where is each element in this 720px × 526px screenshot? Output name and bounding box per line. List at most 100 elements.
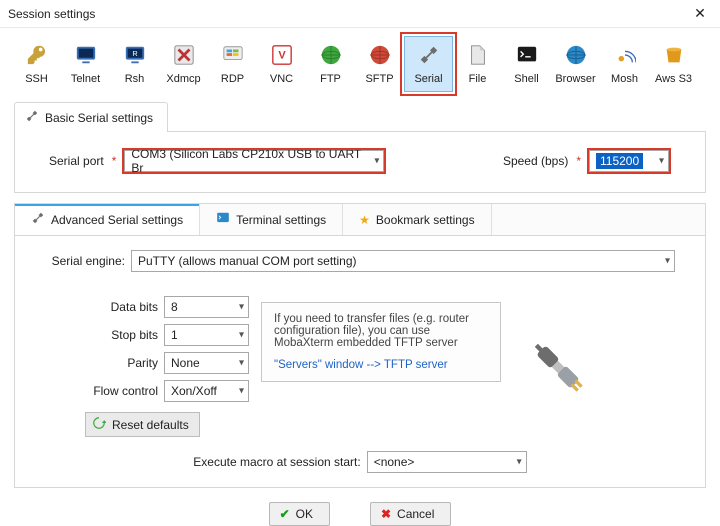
chevron-down-icon: ▾ [517, 457, 522, 468]
protocol-telnet[interactable]: Telnet [61, 36, 110, 92]
engine-label: Serial engine: [45, 254, 125, 268]
star-icon: ★ [359, 213, 370, 227]
protocol-rdp[interactable]: RDP [208, 36, 257, 92]
required-asterisk: * [112, 154, 117, 168]
plug-icon [415, 41, 443, 69]
tab-terminal-settings[interactable]: Terminal settings [200, 204, 343, 235]
tftp-info-link: "Servers" window --> TFTP server [274, 359, 488, 371]
cancel-icon: ✖ [381, 507, 391, 521]
svg-text:V: V [278, 50, 286, 62]
protocol-label: Aws S3 [655, 73, 692, 85]
stop-bits-label: Stop bits [78, 328, 158, 342]
tab-advanced-serial[interactable]: Advanced Serial settings [15, 204, 200, 235]
reset-defaults-button[interactable]: Reset defaults [85, 412, 200, 437]
chevron-down-icon: ▾ [239, 302, 244, 313]
chevron-down-icon: ▾ [239, 358, 244, 369]
protocol-browser[interactable]: Browser [551, 36, 600, 92]
serial-port-value: COM3 (Silicon Labs CP210x USB to UART Br [131, 147, 363, 175]
protocol-toolbar: SSH Telnet R Rsh Xdmcp RDP V VNC FTP [0, 28, 720, 96]
engine-value: PuTTY (allows manual COM port setting) [138, 254, 357, 268]
key-icon [23, 41, 51, 69]
protocol-label: FTP [320, 73, 341, 85]
protocol-label: Serial [414, 73, 442, 85]
bucket-icon [660, 41, 688, 69]
speed-label: Speed (bps) [503, 154, 568, 168]
cancel-button[interactable]: ✖ Cancel [370, 502, 451, 526]
tab-label: Terminal settings [236, 213, 326, 227]
tab-bookmark-settings[interactable]: ★ Bookmark settings [343, 204, 491, 235]
protocol-vnc[interactable]: V VNC [257, 36, 306, 92]
refresh-icon [92, 416, 106, 433]
engine-select[interactable]: PuTTY (allows manual COM port setting) ▾ [131, 250, 675, 272]
v-icon: V [268, 41, 296, 69]
protocol-label: RDP [221, 73, 244, 85]
speed-select[interactable]: 115200 ▾ [589, 150, 669, 172]
tftp-info-text: If you need to transfer files (e.g. rout… [274, 313, 488, 349]
data-bits-label: Data bits [78, 300, 158, 314]
speed-value: 115200 [596, 153, 643, 169]
protocol-xdmcp[interactable]: Xdmcp [159, 36, 208, 92]
protocol-mosh[interactable]: Mosh [600, 36, 649, 92]
protocol-label: Xdmcp [166, 73, 200, 85]
protocol-rsh[interactable]: R Rsh [110, 36, 159, 92]
globe-red-icon [366, 41, 394, 69]
serial-port-label: Serial port [49, 154, 104, 168]
globe-blue-icon [562, 41, 590, 69]
required-asterisk: * [576, 154, 581, 168]
macro-select[interactable]: <none> ▾ [367, 451, 527, 473]
macro-value: <none> [374, 455, 415, 469]
stop-bits-value: 1 [171, 328, 178, 342]
protocol-label: VNC [270, 73, 293, 85]
tab-label: Advanced Serial settings [51, 213, 183, 227]
protocol-file[interactable]: File [453, 36, 502, 92]
terminal-icon [513, 41, 541, 69]
protocol-aws[interactable]: Aws S3 [649, 36, 698, 92]
globe-green-icon [317, 41, 345, 69]
chevron-down-icon: ▾ [374, 156, 379, 167]
protocol-label: Mosh [611, 73, 638, 85]
file-icon [464, 41, 492, 69]
plug-small-icon [31, 211, 45, 228]
chevron-down-icon: ▾ [239, 330, 244, 341]
protocol-sftp[interactable]: SFTP [355, 36, 404, 92]
ok-button[interactable]: ✔ OK [269, 502, 330, 526]
protocol-label: Browser [555, 73, 595, 85]
ok-label: OK [296, 507, 313, 521]
tftp-info-box: If you need to transfer files (e.g. rout… [261, 302, 501, 382]
protocol-ftp[interactable]: FTP [306, 36, 355, 92]
protocol-ssh[interactable]: SSH [12, 36, 61, 92]
protocol-serial[interactable]: Serial [404, 36, 453, 92]
close-icon[interactable]: ✕ [688, 2, 712, 26]
flow-control-value: Xon/Xoff [171, 384, 217, 398]
serial-port-select[interactable]: COM3 (Silicon Labs CP210x USB to UART Br… [124, 150, 384, 172]
tab-label: Bookmark settings [376, 213, 475, 227]
plug-large-icon [523, 332, 593, 402]
tab-basic-serial[interactable]: Basic Serial settings [14, 102, 168, 132]
chevron-down-icon: ▾ [665, 256, 670, 267]
protocol-label: Rsh [125, 73, 145, 85]
protocol-label: SSH [25, 73, 48, 85]
data-bits-value: 8 [171, 300, 178, 314]
flow-control-select[interactable]: Xon/Xoff ▾ [164, 380, 249, 402]
satellite-icon [611, 41, 639, 69]
monitor-icon [72, 41, 100, 69]
cancel-label: Cancel [397, 507, 434, 521]
protocol-label: SFTP [365, 73, 393, 85]
data-bits-select[interactable]: 8 ▾ [164, 296, 249, 318]
parity-select[interactable]: None ▾ [164, 352, 249, 374]
svg-text:R: R [132, 49, 137, 58]
protocol-shell[interactable]: Shell [502, 36, 551, 92]
parity-label: Parity [78, 356, 158, 370]
reset-defaults-label: Reset defaults [112, 418, 189, 432]
protocol-label: Shell [514, 73, 538, 85]
flow-control-label: Flow control [78, 384, 158, 398]
protocol-label: Telnet [71, 73, 100, 85]
chevron-down-icon: ▾ [659, 156, 664, 167]
x-icon [170, 41, 198, 69]
tab-label: Basic Serial settings [45, 111, 153, 125]
stop-bits-select[interactable]: 1 ▾ [164, 324, 249, 346]
windows-icon [219, 41, 247, 69]
protocol-label: File [469, 73, 487, 85]
parity-value: None [171, 356, 200, 370]
check-icon: ✔ [280, 507, 290, 521]
